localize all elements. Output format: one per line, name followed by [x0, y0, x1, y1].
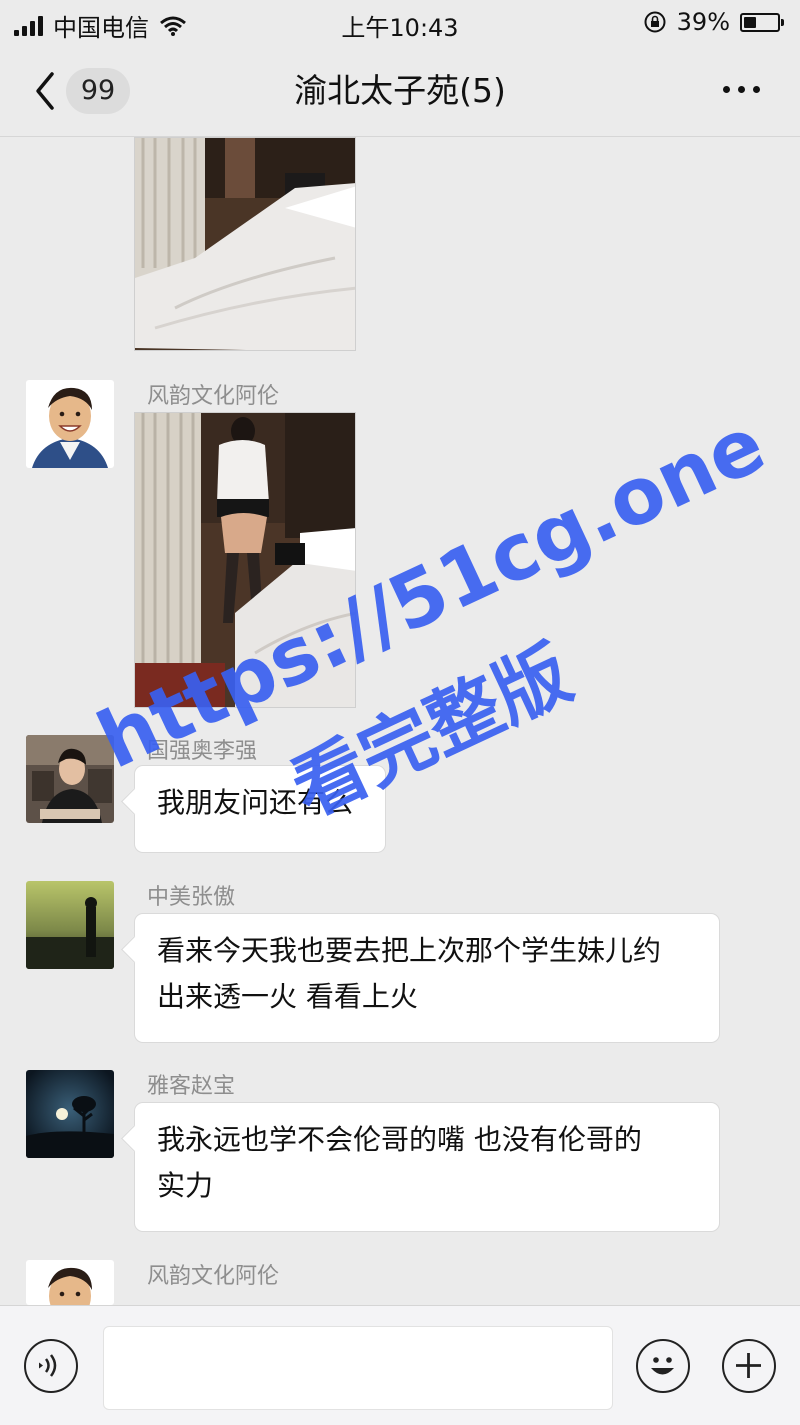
status-bar: 中国电信 上午10:43 39%: [0, 0, 800, 46]
chat-title: 渝北太子苑(5): [294, 71, 506, 110]
battery-icon: [740, 12, 784, 32]
avatar[interactable]: [26, 881, 114, 969]
message-text-line: 实力: [157, 1169, 214, 1202]
message-bubble[interactable]: 看来今天我也要去把上次那个学生妹儿约 出来透一火 看看上火: [134, 913, 720, 1043]
avatar[interactable]: [26, 1070, 114, 1158]
message-text-line: 看来今天我也要去把上次那个学生妹儿约: [157, 934, 662, 967]
sender-name: 风韵文化阿伦: [147, 384, 280, 409]
sender-name: 中美张傲: [147, 885, 236, 910]
emoji-icon[interactable]: [636, 1339, 690, 1393]
nav-bar: 99 渝北太子苑(5): [0, 46, 800, 137]
battery-percent: 39%: [676, 8, 730, 36]
message-text-line: 我永远也学不会伦哥的嘴 也没有伦哥的: [157, 1123, 642, 1156]
message-input[interactable]: [103, 1326, 613, 1410]
chat-photo[interactable]: [134, 137, 356, 351]
avatar[interactable]: [26, 1260, 114, 1305]
more-dots-icon[interactable]: [723, 86, 760, 93]
message-text-line: 出来透一火 看看上火: [157, 980, 418, 1013]
voice-icon[interactable]: [24, 1339, 78, 1393]
input-bar: [0, 1305, 800, 1425]
plus-icon[interactable]: [722, 1339, 776, 1393]
avatar[interactable]: [26, 735, 114, 823]
message-bubble[interactable]: 我永远也学不会伦哥的嘴 也没有伦哥的 实力: [134, 1102, 720, 1232]
avatar[interactable]: [26, 380, 114, 468]
sender-name: 风韵文化阿伦: [147, 1264, 280, 1289]
lock-rotation-icon: [644, 11, 666, 33]
sender-name: 雅客赵宝: [147, 1074, 236, 1099]
